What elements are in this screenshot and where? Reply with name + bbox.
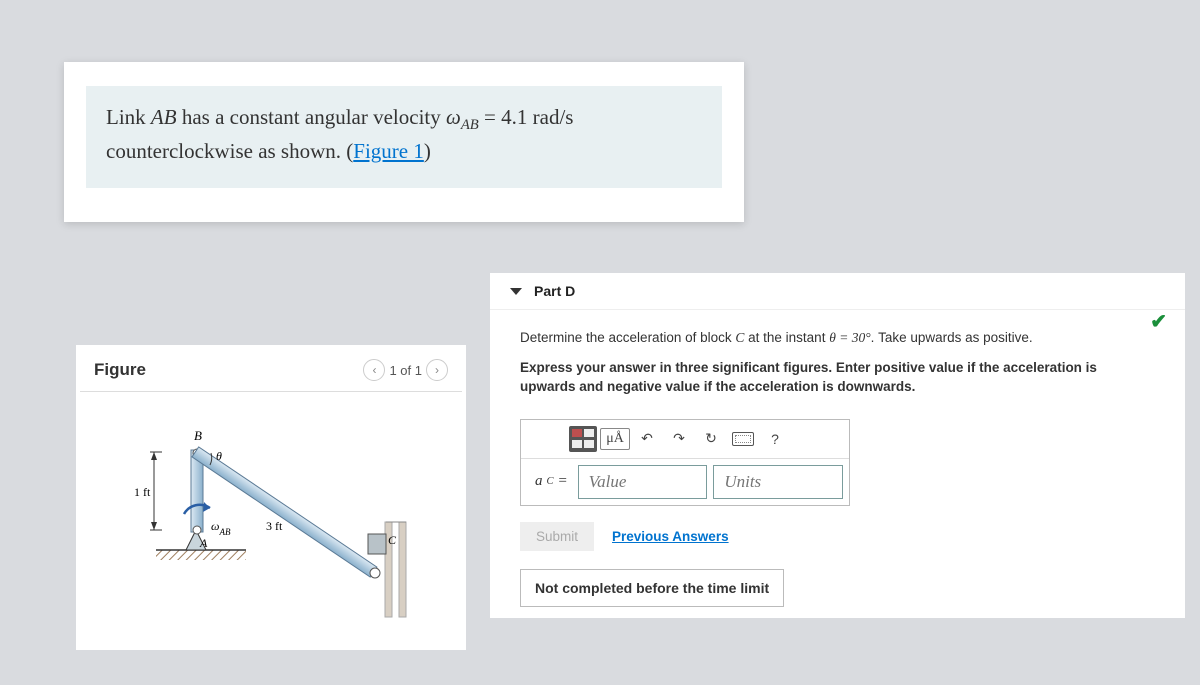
text: . Take upwards as positive. bbox=[871, 330, 1033, 345]
answer-lhs: aC = bbox=[521, 459, 578, 505]
lhs-sub: C bbox=[547, 476, 554, 487]
instruction-text: Express your answer in three significant… bbox=[520, 358, 1155, 397]
submit-button[interactable]: Submit bbox=[520, 522, 594, 551]
omega-subscript: AB bbox=[461, 117, 479, 133]
check-icon: ✔ bbox=[1150, 309, 1167, 334]
special-chars-button[interactable]: μÅ bbox=[601, 426, 629, 452]
collapse-icon[interactable] bbox=[510, 288, 522, 295]
text: Link bbox=[106, 105, 151, 129]
label-3ft: 3 ft bbox=[266, 519, 283, 533]
pager-next-button[interactable]: › bbox=[426, 359, 448, 381]
status-message: Not completed before the time limit bbox=[520, 569, 784, 607]
omega-symbol: ω bbox=[446, 105, 461, 129]
mechanism-svg: B θ 1 ft ωAB A 3 ft C bbox=[106, 402, 436, 622]
problem-card: Link AB has a constant angular velocity … bbox=[64, 62, 744, 222]
part-body: Determine the acceleration of block C at… bbox=[490, 310, 1185, 617]
lhs-var: a bbox=[535, 473, 543, 490]
prompt-text: Determine the acceleration of block C at… bbox=[520, 328, 1155, 348]
label-c: C bbox=[388, 533, 397, 547]
figure-panel: Figure ‹ 1 of 1 › bbox=[76, 345, 466, 650]
submit-row: Submit Previous Answers bbox=[520, 522, 1155, 551]
figure-diagram: B θ 1 ft ωAB A 3 ft C bbox=[76, 392, 466, 627]
figure-header: Figure ‹ 1 of 1 › bbox=[80, 345, 462, 392]
pager-text: 1 of 1 bbox=[389, 363, 422, 378]
template-icon[interactable] bbox=[569, 426, 597, 452]
value-input[interactable] bbox=[578, 465, 708, 499]
label-1ft: 1 ft bbox=[134, 485, 151, 499]
keyboard-button[interactable] bbox=[729, 426, 757, 452]
text: Determine the acceleration of block bbox=[520, 330, 735, 345]
help-button[interactable]: ? bbox=[761, 426, 789, 452]
figure-pager: ‹ 1 of 1 › bbox=[363, 359, 448, 381]
part-header[interactable]: Part D bbox=[490, 273, 1185, 310]
theta-value: θ = 30° bbox=[829, 330, 870, 345]
undo-button[interactable]: ↶ bbox=[633, 426, 661, 452]
reset-button[interactable]: ↻ bbox=[697, 426, 725, 452]
label-omega-ab: ωAB bbox=[211, 519, 231, 537]
lhs-eq: = bbox=[558, 473, 568, 490]
figure-title: Figure bbox=[94, 360, 146, 380]
text: ) bbox=[424, 139, 431, 163]
label-b: B bbox=[194, 428, 202, 443]
text: at the instant bbox=[744, 330, 829, 345]
link-ab: AB bbox=[151, 105, 177, 129]
answer-input-row: aC = bbox=[521, 458, 849, 505]
part-title: Part D bbox=[534, 283, 575, 299]
answer-toolbar: μÅ ↶ ↷ ↻ ? bbox=[521, 420, 849, 458]
redo-button[interactable]: ↷ bbox=[665, 426, 693, 452]
label-theta: θ bbox=[216, 449, 222, 463]
part-panel: Part D ✔ Determine the acceleration of b… bbox=[490, 273, 1185, 618]
pager-prev-button[interactable]: ‹ bbox=[363, 359, 385, 381]
units-input[interactable] bbox=[713, 465, 843, 499]
text: has a constant angular velocity bbox=[177, 105, 446, 129]
figure-link[interactable]: Figure 1 bbox=[353, 139, 424, 163]
problem-statement: Link AB has a constant angular velocity … bbox=[86, 86, 722, 188]
label-a: A bbox=[199, 536, 208, 550]
previous-answers-link[interactable]: Previous Answers bbox=[612, 529, 729, 544]
keyboard-icon bbox=[732, 432, 754, 446]
answer-box: μÅ ↶ ↷ ↻ ? aC = bbox=[520, 419, 850, 506]
